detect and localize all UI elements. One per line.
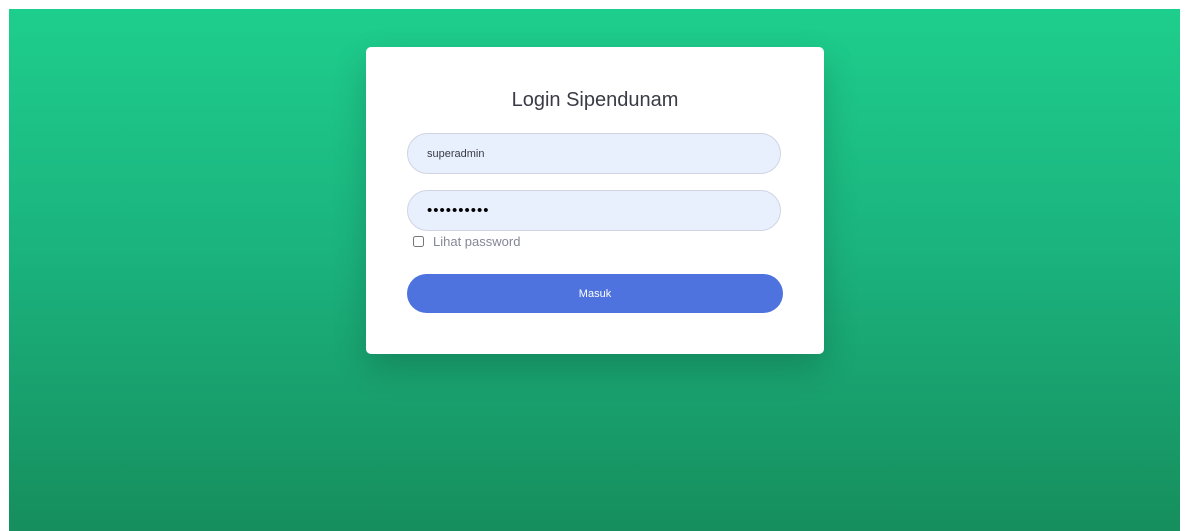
show-password-checkbox[interactable] — [413, 236, 424, 247]
show-password-label: Lihat password — [433, 234, 521, 249]
login-button[interactable]: Masuk — [407, 274, 783, 313]
login-card: Login Sipendunam •••••••••• Lihat passwo… — [366, 47, 824, 354]
username-input[interactable] — [407, 133, 781, 174]
page-background: Login Sipendunam •••••••••• Lihat passwo… — [9, 9, 1180, 531]
show-password-toggle[interactable]: Lihat password — [413, 234, 520, 249]
page-title: Login Sipendunam — [511, 89, 679, 111]
password-input[interactable]: •••••••••• — [407, 190, 781, 231]
